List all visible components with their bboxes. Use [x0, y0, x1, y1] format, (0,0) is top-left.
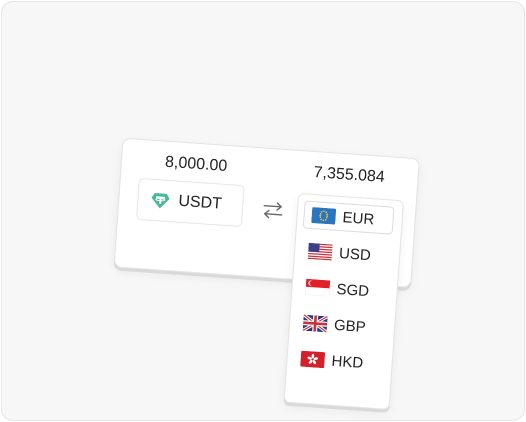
canvas: 8,000.00 7,355.084 USDT EUR USD SGD GBP …: [1, 1, 525, 421]
tether-icon: [151, 192, 170, 209]
currency-option-label: GBP: [333, 316, 367, 336]
from-currency-label: USDT: [177, 192, 223, 213]
swap-arrows-icon[interactable]: [260, 200, 285, 220]
converter-scene: 8,000.00 7,355.084 USDT EUR USD SGD GBP …: [2, 2, 524, 420]
from-currency-selector[interactable]: USDT: [135, 177, 245, 228]
currency-option-gbp[interactable]: GBP: [295, 308, 387, 342]
currency-option-hkd[interactable]: HKD: [293, 344, 385, 378]
selected-currency-label: EUR: [342, 208, 375, 228]
currency-option-label: SGD: [336, 280, 370, 300]
currency-option-label: HKD: [331, 352, 364, 372]
from-amount: 8,000.00: [164, 153, 228, 175]
uk-flag-icon: [302, 314, 328, 333]
currency-option-usd[interactable]: USD: [300, 236, 392, 270]
hk-flag-icon: [300, 350, 326, 369]
to-amount: 7,355.084: [313, 164, 386, 186]
us-flag-icon: [307, 242, 333, 261]
currency-option-sgd[interactable]: SGD: [298, 272, 390, 306]
eu-flag-icon: [311, 207, 337, 225]
currency-option-label: USD: [338, 244, 372, 264]
converter-card: 8,000.00 7,355.084 USDT EUR USD SGD GBP …: [113, 137, 420, 410]
currency-dropdown: EUR USD SGD GBP HKD: [283, 192, 404, 410]
to-currency-selector[interactable]: EUR: [302, 200, 395, 235]
sg-flag-icon: [305, 278, 331, 297]
